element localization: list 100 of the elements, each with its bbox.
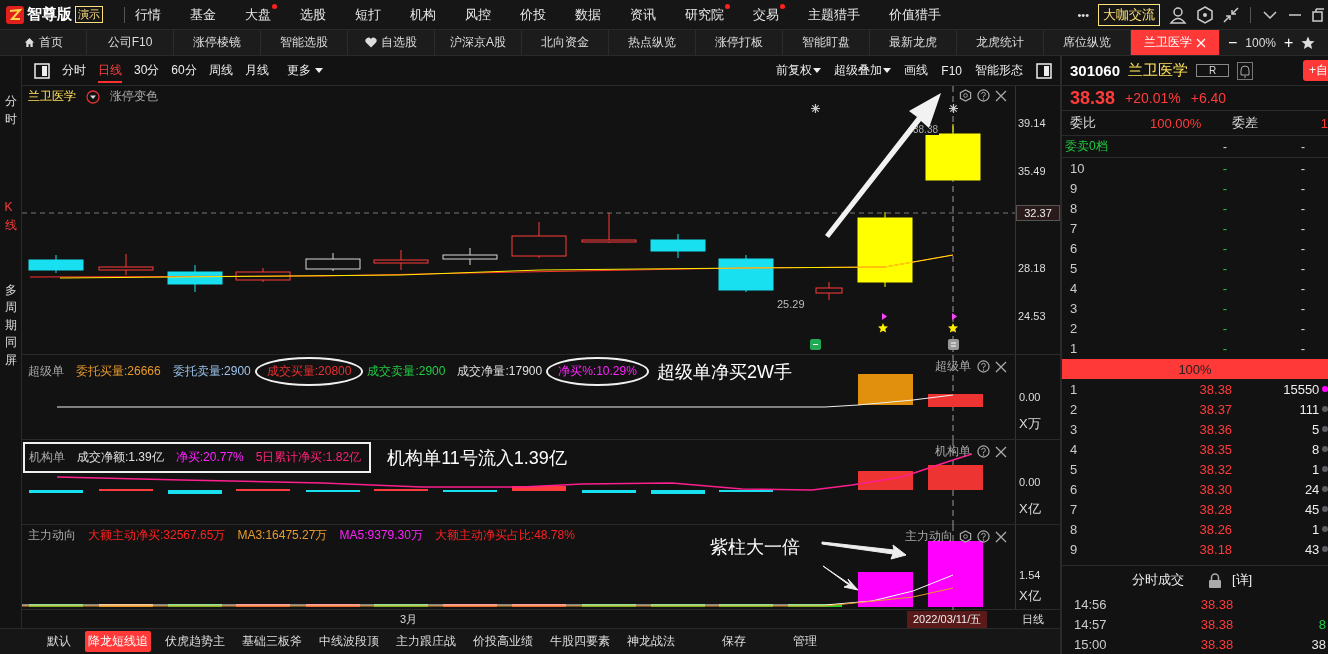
close-icon[interactable] [995,530,1007,543]
side-nav-item[interactable]: 多周期同屏 [4,282,17,369]
page-tab[interactable]: 智能盯盘 [783,30,870,55]
chart-tool-button[interactable]: 超级叠加 [834,62,892,79]
low-price-label: 25.29 [777,298,805,310]
strategy-tab[interactable]: 价投高业绩 [470,631,536,652]
strategy-tab[interactable]: 保存 [719,631,749,652]
chart-tool-button[interactable]: 智能形态 [975,62,1023,79]
menu-item[interactable]: 选股 [300,5,326,24]
trade-time: 15:00 [1073,636,1108,652]
side-nav-item[interactable]: K线 [4,198,17,234]
page-tab[interactable]: 沪深京A股 [435,30,522,55]
menu-item[interactable]: 交易 [753,5,779,24]
shrink-icon[interactable] [1223,6,1239,23]
chart-tool-button[interactable]: F10 [941,63,962,78]
menu-item[interactable]: 价投 [520,5,546,24]
current-price-tag: 32.37 [1016,205,1060,221]
price-axis-label: 35.49 [1018,165,1046,178]
candlestick [815,281,843,301]
menu-item[interactable]: 机构 [410,5,436,24]
sell-summary-label: 委卖0档 [1065,138,1109,155]
period-tab[interactable]: 月线 [244,58,269,83]
strategy-tab[interactable]: 降龙短线追 [85,631,151,652]
chart-tool-button[interactable]: 画线 [904,62,929,79]
menu-item[interactable]: 价值猎手 [889,5,941,24]
page-tab[interactable]: 公司F10 [87,30,174,55]
menu-item[interactable]: 大盘 [245,5,271,24]
ask-level: 5 [1069,260,1079,276]
more-button[interactable]: ••• [1077,8,1089,21]
menu-item[interactable]: 资讯 [630,5,656,24]
page-tab[interactable]: 涨停棱镜 [174,30,261,55]
indicator-title: 主力动向 [905,528,953,545]
period-tab[interactable]: 日线 [98,58,122,83]
help-icon[interactable] [977,445,990,458]
page-tab[interactable]: 最新龙虎 [870,30,957,55]
panel-toggle-icon[interactable] [1036,62,1052,79]
histogram-bar [858,572,913,607]
hexagon-icon[interactable] [1196,5,1214,24]
price-axis-label: 28.18 [1018,261,1046,274]
page-tab[interactable]: 首页 [0,30,87,55]
help-icon[interactable] [977,89,990,102]
user-icon[interactable] [1169,5,1187,24]
strategy-tab[interactable]: 中线波段顶 [316,631,382,652]
event-marker-icon [948,339,959,350]
axis-value: 0.00 [1019,391,1042,403]
add-watchlist-button[interactable]: +自 [1303,60,1328,81]
page-tab[interactable]: 智能选股 [261,30,348,55]
close-icon[interactable] [995,360,1007,373]
histogram-bar [928,394,983,407]
page-tab[interactable]: 热点纵览 [609,30,696,55]
ask-level: 6 [1069,240,1079,256]
page-tab[interactable]: 兰卫医学 [1131,30,1220,55]
menu-item[interactable]: 主题猎手 [808,5,860,24]
page-tab[interactable]: 自选股 [348,30,435,55]
page-tab[interactable]: 涨停打板 [696,30,783,55]
strategy-tab[interactable]: 管理 [790,631,820,652]
page-tab[interactable]: 龙虎统计 [957,30,1044,55]
period-tab[interactable]: 周线 [208,58,233,83]
page-tab[interactable]: 北向资金 [522,30,609,55]
strategy-tab[interactable]: 牛股四要素 [547,631,613,652]
period-tab[interactable]: 分时 [62,58,86,83]
lock-icon[interactable] [1208,572,1222,588]
strategy-tab[interactable]: 主力跟庄战 [393,631,459,652]
menu-item[interactable]: 风控 [465,5,491,24]
bid-volume: 1 [1311,461,1320,477]
menu-item[interactable]: 数据 [575,5,601,24]
dropdown-circle-icon[interactable] [86,89,100,104]
chart-tool-button[interactable]: 前复权 [776,62,822,79]
annotation-arrow [822,565,859,591]
heart-icon [365,37,377,48]
strategy-tab[interactable]: 基础三板斧 [239,631,305,652]
details-link[interactable]: [详] [1232,571,1253,589]
menu-item[interactable]: 基金 [190,5,216,24]
zoom-out-button[interactable]: − [1228,33,1238,52]
exchange-button[interactable]: 大咖交流 [1098,3,1160,26]
limit-up-color-toggle[interactable]: 涨停变色 [110,88,158,105]
close-icon[interactable] [995,445,1007,458]
star-icon[interactable] [1301,35,1316,50]
bid-price: 38.26 [1198,521,1234,537]
side-nav-item[interactable]: 分时 [4,92,17,128]
menu-item[interactable]: 短打 [355,5,381,24]
menu-item[interactable]: 行情 [135,5,161,24]
strategy-tab[interactable]: 默认 [44,631,74,652]
help-icon[interactable] [977,360,990,373]
period-tab[interactable]: 60分 [171,58,197,83]
restore-icon[interactable] [1312,6,1324,23]
bell-icon[interactable] [1237,61,1254,80]
period-tab[interactable]: 30分 [134,58,160,83]
strategy-tab[interactable]: 神龙战法 [624,631,678,652]
panel-toggle-icon[interactable] [34,62,50,79]
strategy-tab[interactable]: 伏虎趋势主 [162,631,228,652]
close-icon[interactable] [995,89,1007,102]
ask-level: 2 [1069,320,1079,336]
settings-icon[interactable] [959,530,972,543]
bid-volume: 24 [1303,481,1320,497]
menu-item[interactable]: 研究院 [685,5,724,24]
help-icon[interactable] [977,530,990,543]
more-periods-dropdown[interactable]: 更多 [286,58,323,83]
settings-icon[interactable] [959,89,972,102]
zoom-in-button[interactable]: + [1284,33,1294,52]
